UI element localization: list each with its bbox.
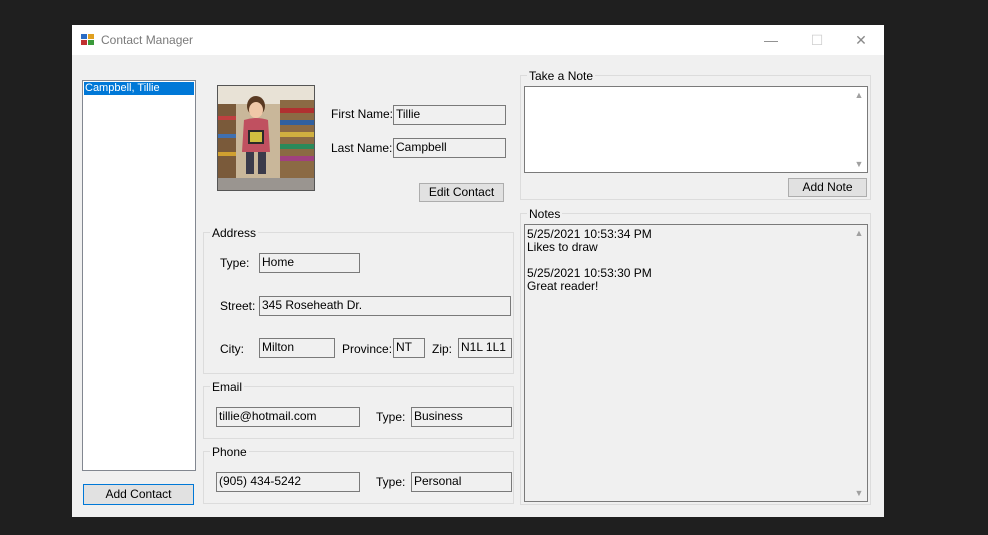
contacts-list[interactable]: Campbell, Tillie [82, 80, 196, 471]
app-icon [81, 34, 94, 45]
phone-type-field[interactable]: Personal [411, 472, 512, 492]
phone-type-label: Type: [376, 475, 406, 489]
contact-list-item[interactable]: Campbell, Tillie [84, 82, 194, 95]
note-entry-1: 5/25/2021 10:53:34 PM Likes to draw [525, 228, 652, 254]
close-button[interactable]: ✕ [838, 25, 884, 55]
last-name-label: Last Name: [331, 141, 393, 155]
minimize-button[interactable]: — [748, 25, 794, 55]
last-name-field[interactable]: Campbell [393, 138, 506, 158]
zip-label: Zip: [432, 342, 453, 356]
street-field[interactable]: 345 Roseheath Dr. [259, 296, 511, 316]
province-label: Province: [342, 342, 393, 356]
phone-group-title: Phone [210, 445, 249, 459]
notes-list[interactable]: 5/25/2021 10:53:34 PM Likes to draw 5/25… [524, 224, 868, 502]
note-text: Likes to draw [527, 240, 598, 254]
province-field[interactable]: NT [393, 338, 425, 358]
note-input-scrollbar[interactable]: ▲ ▼ [851, 87, 867, 172]
notes-group-title: Notes [527, 207, 563, 221]
address-type-label: Type: [220, 256, 250, 270]
first-name-field[interactable]: Tillie [393, 105, 506, 125]
note-input[interactable]: ▲ ▼ [524, 86, 868, 173]
maximize-icon: ☐ [810, 32, 824, 48]
address-group-title: Address [210, 226, 259, 240]
photo-image [218, 86, 314, 190]
note-entry-2: 5/25/2021 10:53:30 PM Great reader! [525, 267, 652, 293]
close-icon: ✕ [855, 32, 867, 48]
contact-photo [217, 85, 315, 191]
scroll-up-icon[interactable]: ▲ [851, 228, 867, 238]
notes-scrollbar[interactable]: ▲ ▼ [851, 225, 867, 501]
city-field[interactable]: Milton [259, 338, 335, 358]
zip-field[interactable]: N1L 1L1 [458, 338, 512, 358]
window-title: Contact Manager [101, 33, 194, 47]
scroll-down-icon[interactable]: ▼ [851, 159, 867, 169]
scroll-down-icon[interactable]: ▼ [851, 488, 867, 498]
contact-manager-window: Contact Manager — ☐ ✕ Campbell, Tillie A… [72, 25, 884, 517]
street-label: Street: [220, 299, 256, 313]
address-type-field[interactable]: Home [259, 253, 360, 273]
title-bar[interactable]: Contact Manager — ☐ ✕ [72, 25, 884, 55]
first-name-label: First Name: [331, 107, 394, 121]
phone-field[interactable]: (905) 434-5242 [216, 472, 360, 492]
minimize-icon: — [764, 32, 778, 48]
email-type-field[interactable]: Business [411, 407, 512, 427]
email-group-title: Email [210, 380, 245, 394]
scroll-up-icon[interactable]: ▲ [851, 90, 867, 100]
city-label: City: [220, 342, 244, 356]
add-contact-button[interactable]: Add Contact [83, 484, 194, 505]
edit-contact-button[interactable]: Edit Contact [419, 183, 504, 202]
take-note-group-title: Take a Note [527, 69, 596, 83]
email-type-label: Type: [376, 410, 406, 424]
note-text: Great reader! [527, 279, 599, 293]
maximize-button[interactable]: ☐ [794, 25, 840, 55]
add-note-button[interactable]: Add Note [788, 178, 867, 197]
email-field[interactable]: tillie@hotmail.com [216, 407, 360, 427]
